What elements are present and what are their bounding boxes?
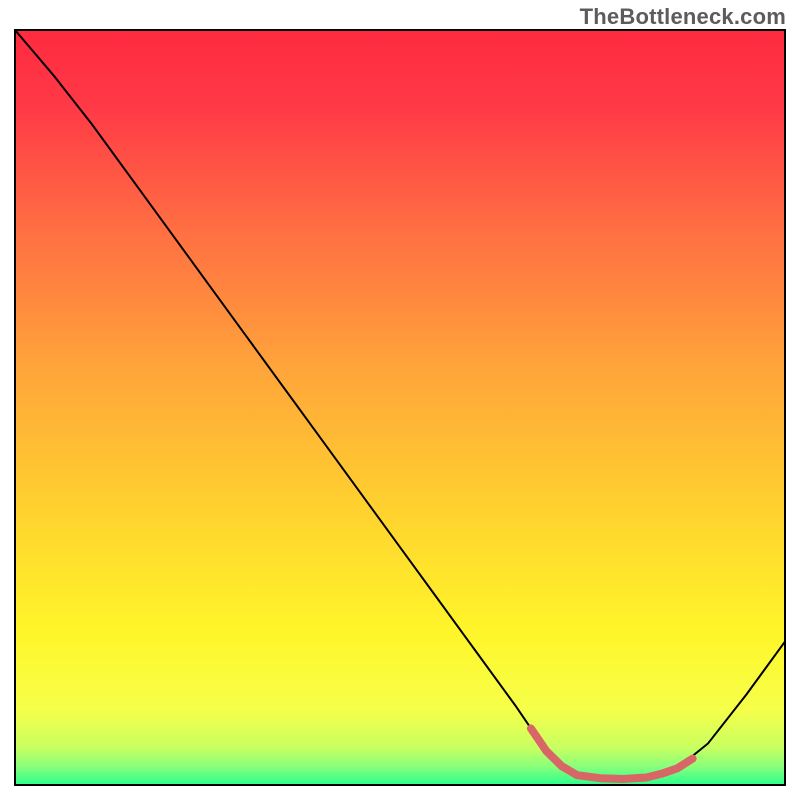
gradient-rect: [15, 30, 785, 785]
bottleneck-chart: [0, 0, 800, 800]
chart-container: TheBottleneck.com: [0, 0, 800, 800]
watermark-text: TheBottleneck.com: [580, 4, 786, 30]
plot-area: [15, 30, 785, 785]
